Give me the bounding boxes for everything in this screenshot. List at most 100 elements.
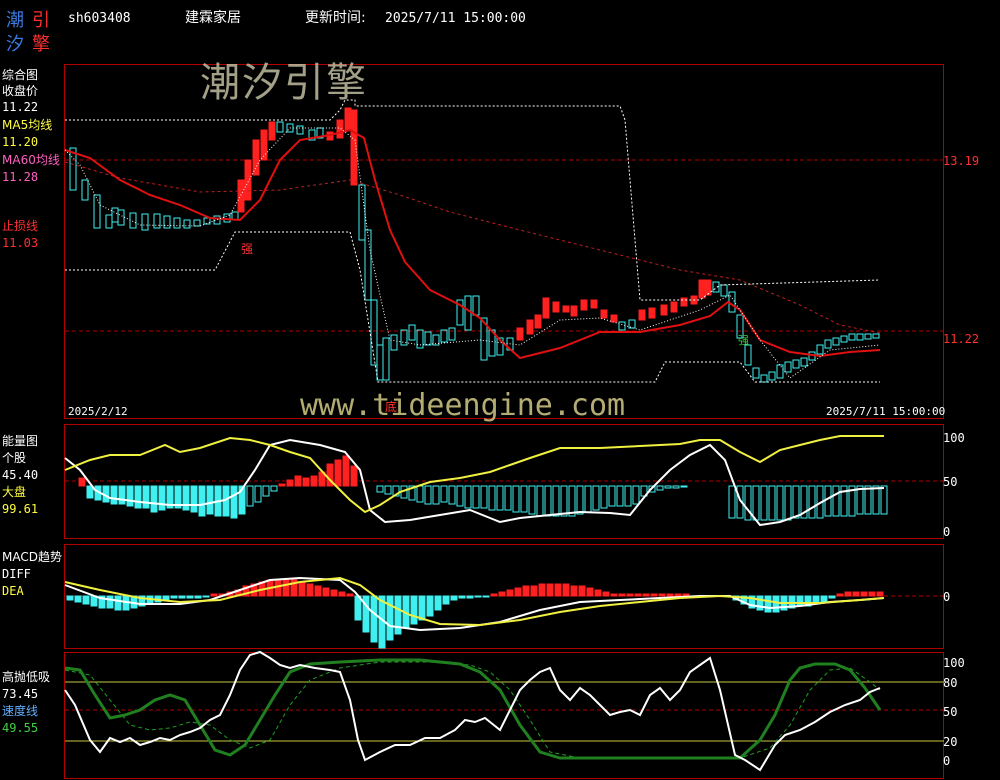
candle-down [276, 121, 284, 133]
macd-bar-down [114, 595, 122, 611]
candle-down [376, 344, 384, 381]
macd-bar-down [82, 595, 90, 605]
candle-up [526, 319, 534, 335]
candle-down [472, 295, 480, 316]
macd-bar-down [386, 595, 394, 641]
energy-bar-down [760, 485, 768, 521]
energy-stock-label: 个股 [2, 451, 27, 465]
macd-bar-down [410, 595, 418, 625]
energy-bar-down [488, 485, 496, 511]
macd-bar-up [650, 593, 658, 597]
energy-bar-down [864, 485, 872, 515]
axis-upper: 13.19 [943, 154, 980, 168]
macd-bar-up [578, 585, 586, 597]
energy-bar-down [246, 485, 254, 507]
macd-bar-down [828, 595, 836, 599]
energy-bar-up [334, 459, 342, 487]
candle-up [268, 121, 276, 141]
macd-bar-up [210, 593, 218, 597]
candle-up [237, 179, 245, 213]
macd-bar-up [868, 591, 876, 597]
energy-bar-down [118, 485, 126, 505]
candle-up [670, 301, 678, 313]
macd-bar-down [764, 595, 772, 613]
candle-up [638, 309, 646, 321]
energy-bar-down [464, 485, 472, 509]
candle-up [244, 159, 252, 201]
macd-bar-down [482, 595, 490, 598]
macd-bar-up [658, 593, 666, 597]
candle-down [848, 333, 856, 341]
energy-bar-down [376, 485, 384, 493]
energy-bar-down [752, 485, 760, 521]
energy-bar-down [424, 485, 432, 505]
macd-bar-up [562, 583, 570, 597]
macd-bar-down [74, 595, 82, 603]
hilo-speed-label: 速度线 [2, 704, 39, 718]
hilo-title: 高抛低吸 [2, 670, 51, 684]
macd-bar-down [106, 595, 114, 609]
candle-down [117, 209, 125, 226]
macd-bar-up [330, 589, 338, 597]
energy-bar-down [416, 485, 424, 503]
energy-bar-down [384, 485, 392, 495]
macd-bar-down [370, 595, 378, 643]
main-panel-border [64, 64, 944, 419]
candle-up [336, 119, 344, 139]
hilo-axis-0: 0 [943, 754, 951, 768]
date-start: 2025/2/12 [68, 405, 128, 418]
hilo-value: 73.45 [2, 687, 39, 701]
energy-bar-down [656, 485, 664, 491]
energy-bar-down [664, 485, 672, 489]
macd-bar-down [820, 595, 828, 603]
energy-bar-down [600, 485, 608, 509]
energy-bar-down [824, 485, 832, 517]
energy-market-value: 99.61 [2, 502, 39, 516]
candle-up [680, 297, 688, 307]
watermark-brand: 潮汐引擎 [200, 60, 368, 106]
macd-bar-down [418, 595, 426, 621]
candle-down [408, 324, 416, 341]
macd-bar-down [434, 595, 442, 611]
energy-bar-up [342, 455, 350, 487]
candle-up [260, 129, 268, 161]
energy-bar-up [302, 477, 310, 487]
energy-bar-down [110, 485, 118, 505]
macd-bar-down [474, 595, 482, 598]
energy-bar-down [432, 485, 440, 505]
energy-bar-down [262, 485, 270, 497]
energy-bar-down [744, 485, 752, 521]
energy-bar-down [512, 485, 520, 513]
macd-bar-up [618, 593, 626, 597]
candle-down [382, 337, 390, 381]
candle-down [448, 327, 456, 341]
energy-bar-down [872, 485, 880, 515]
energy-bar-down [254, 485, 262, 503]
macd-bar-down [450, 595, 458, 601]
macd-bar-up [506, 589, 514, 597]
energy-bar-down [680, 485, 688, 488]
macd-bar-up [514, 587, 522, 597]
macd-dea-label: DEA [2, 584, 24, 598]
energy-bar-up [294, 475, 302, 487]
energy-bar-down [808, 485, 816, 519]
energy-bar-down [768, 485, 776, 521]
energy-bar-down [520, 485, 528, 513]
macd-bar-up [306, 583, 314, 597]
macd-bar-up [538, 583, 546, 597]
macd-bar-up [554, 583, 562, 597]
candle-up [600, 309, 608, 319]
candle-down [416, 329, 424, 349]
energy-bar-down [528, 485, 536, 515]
candle-down [784, 361, 792, 373]
candle-up [610, 314, 618, 323]
energy-bar-down [832, 485, 840, 517]
hilo-panel-border [64, 652, 944, 779]
candle-down [776, 364, 784, 379]
macd-bar-up [274, 579, 282, 597]
energy-bar-down [616, 485, 624, 507]
hilo-axis-50: 50 [943, 705, 958, 719]
candle-down [864, 333, 872, 340]
energy-bar-down [624, 485, 632, 507]
ma5-value: 11.20 [2, 135, 39, 149]
